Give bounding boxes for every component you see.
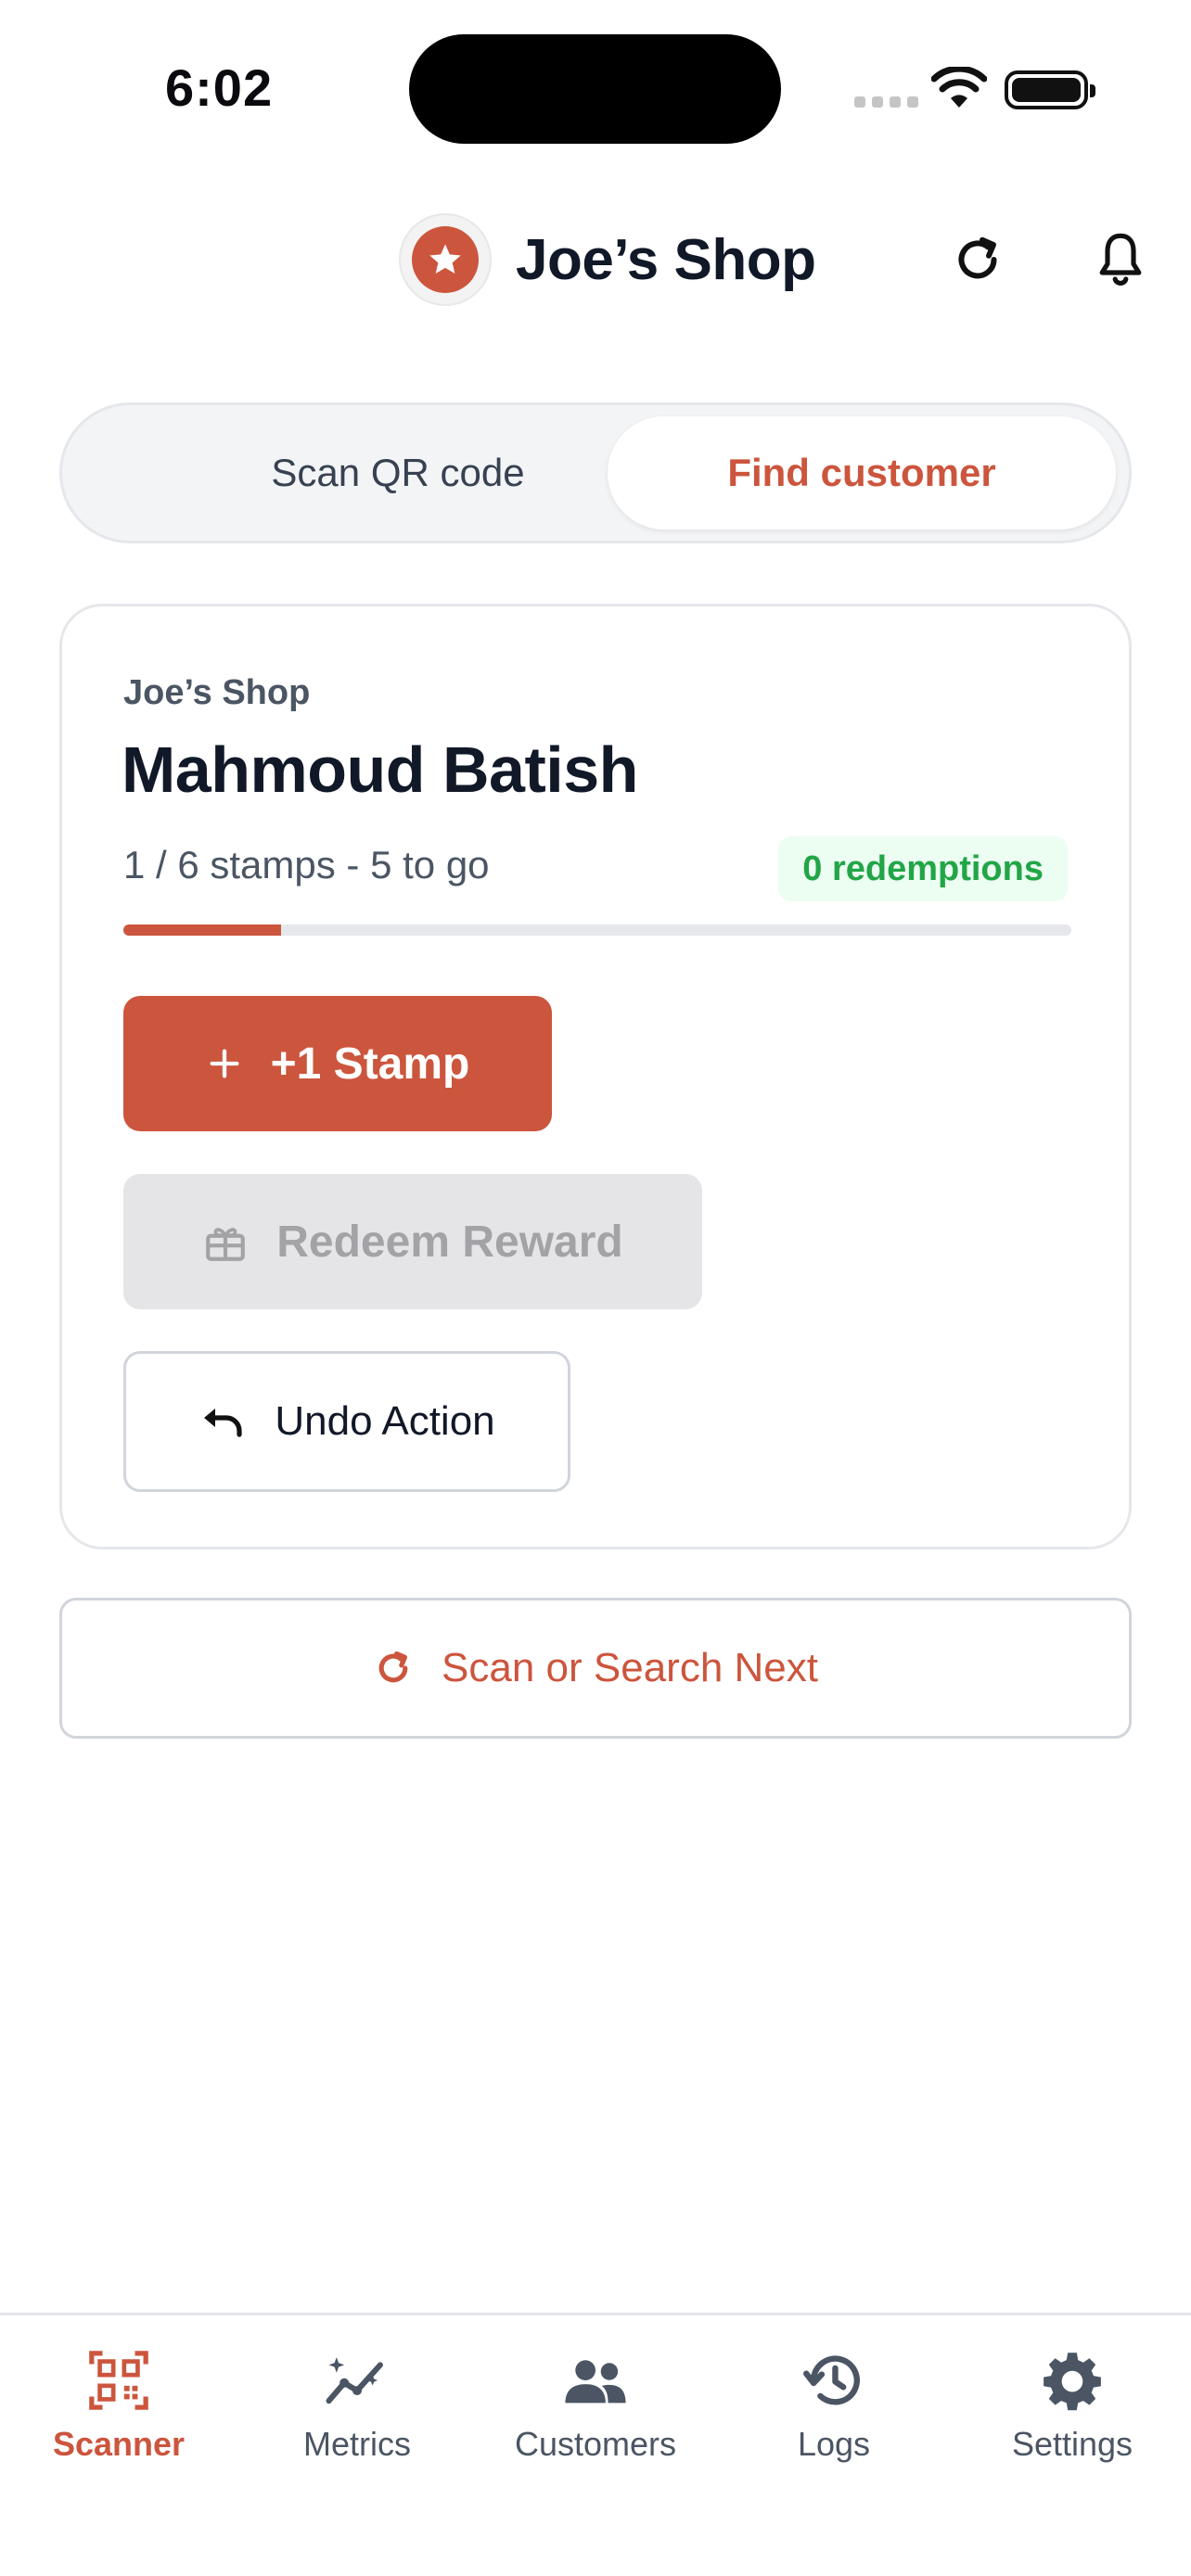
nav-label-settings: Settings xyxy=(1011,2425,1133,2463)
add-stamp-button[interactable]: +1 Stamp xyxy=(123,996,552,1131)
nav-label-customers: Customers xyxy=(514,2425,677,2463)
qr-scanner-icon xyxy=(89,2351,148,2410)
redemptions-badge: 0 redemptions xyxy=(778,836,1068,901)
card-shop-name: Joe’s Shop xyxy=(123,673,311,712)
stamp-progress-bar xyxy=(123,925,1071,936)
gift-icon xyxy=(206,1228,246,1261)
tab-find-customer[interactable]: Find customer xyxy=(608,416,1116,529)
tab-scan-qr-code[interactable]: Scan QR code xyxy=(144,416,652,529)
undo-icon xyxy=(204,1409,242,1437)
dynamic-island xyxy=(409,34,781,144)
gear-icon xyxy=(1044,2353,1101,2411)
bottom-tab-bar: Scanner Metrics Customers Logs Settings xyxy=(0,2313,1191,2576)
notifications-button[interactable] xyxy=(1079,218,1162,301)
nav-item-scanner[interactable]: Scanner xyxy=(0,2315,237,2501)
nav-label-metrics: Metrics xyxy=(303,2425,411,2463)
battery-icon xyxy=(1005,70,1095,109)
wifi-icon xyxy=(931,67,987,108)
metrics-icon xyxy=(326,2357,383,2404)
shop-logo xyxy=(399,213,492,306)
customer-card: Joe’s Shop Mahmoud Batish 1 / 6 stamps -… xyxy=(59,604,1132,1549)
nav-item-metrics[interactable]: Metrics xyxy=(238,2315,476,2501)
scanner-screen: 6:02 Joe’s Shop Scan QR code Find custom… xyxy=(0,0,1191,2576)
nav-item-logs[interactable]: Logs xyxy=(715,2315,953,2501)
stamp-progress-fill xyxy=(123,925,282,936)
undo-action-button[interactable]: Undo Action xyxy=(123,1351,570,1492)
customers-icon xyxy=(565,2360,626,2404)
history-icon xyxy=(803,2355,860,2405)
nav-label-logs: Logs xyxy=(797,2425,871,2463)
refresh-icon xyxy=(958,236,997,279)
nav-item-customers[interactable]: Customers xyxy=(477,2315,714,2501)
app-header: Joe’s Shop xyxy=(0,209,1191,320)
star-icon xyxy=(429,244,461,274)
customer-name: Mahmoud Batish xyxy=(122,733,638,806)
stamp-progress-text: 1 / 6 stamps - 5 to go xyxy=(123,843,490,886)
nav-item-settings[interactable]: Settings xyxy=(954,2315,1191,2501)
nav-label-scanner: Scanner xyxy=(52,2425,186,2463)
undo-action-label: Undo Action xyxy=(275,1398,495,1444)
status-bar: 6:02 xyxy=(0,0,1191,176)
bell-icon xyxy=(1099,233,1142,286)
scan-or-search-next-button[interactable]: Scan or Search Next xyxy=(59,1598,1132,1739)
refresh-button[interactable] xyxy=(936,218,1019,301)
plus-icon xyxy=(210,1049,239,1078)
add-stamp-label: +1 Stamp xyxy=(270,1039,470,1089)
status-time: 6:02 xyxy=(165,58,274,117)
mode-segmented-control: Scan QR code Find customer xyxy=(59,402,1132,543)
redeem-reward-label: Redeem Reward xyxy=(276,1217,623,1267)
cellular-signal-icon xyxy=(854,96,918,108)
redeem-reward-button[interactable]: Redeem Reward xyxy=(123,1174,702,1309)
scan-or-search-next-label: Scan or Search Next xyxy=(442,1645,818,1690)
page-title: Joe’s Shop xyxy=(516,228,816,292)
refresh-icon xyxy=(378,1651,408,1683)
